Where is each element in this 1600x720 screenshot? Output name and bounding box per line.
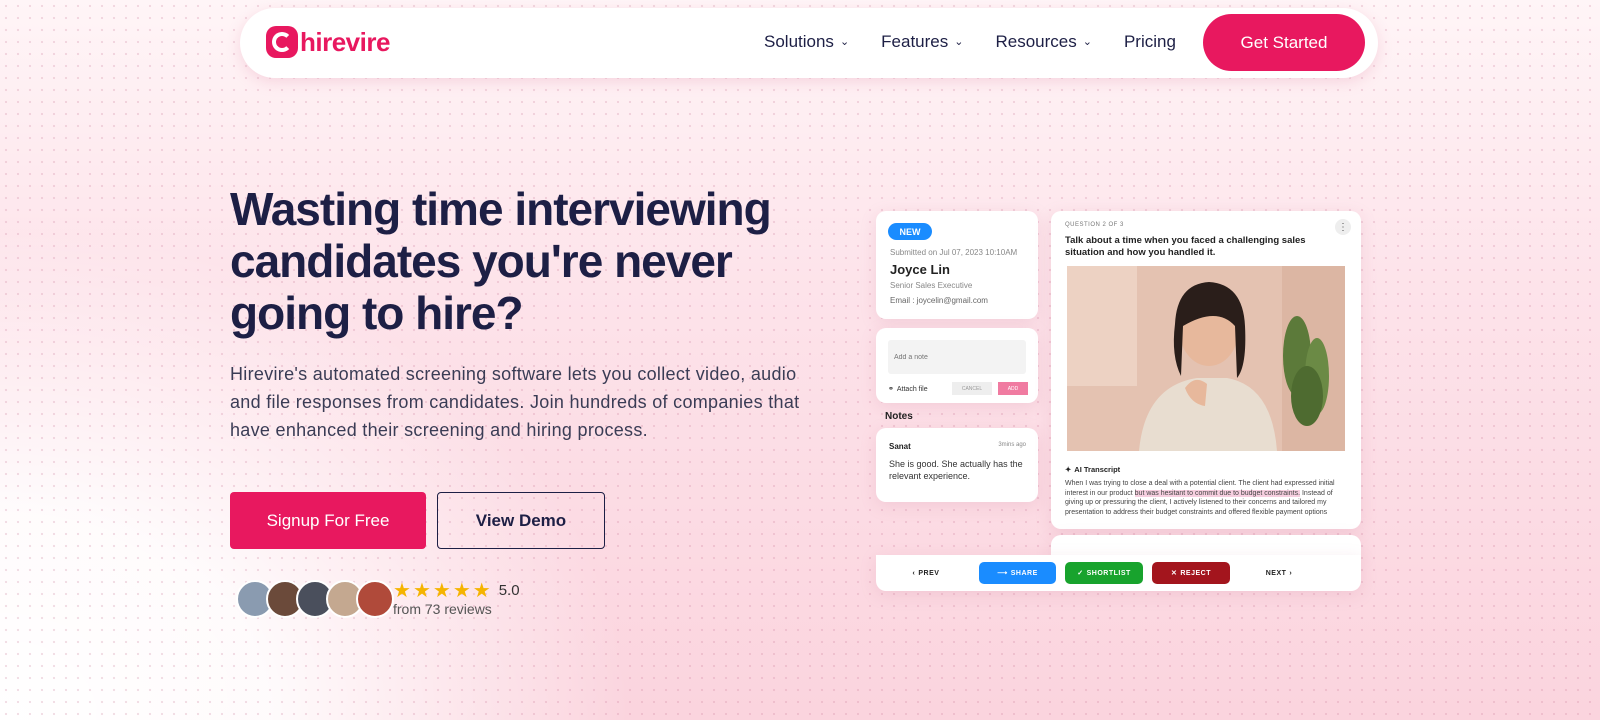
question-text: Talk about a time when you faced a chall…	[1065, 235, 1306, 258]
reject-label: REJECT	[1180, 569, 1211, 577]
nav-item-solutions[interactable]: Solutions ⌄	[764, 32, 849, 52]
shortlist-button[interactable]: ✓ SHORTLIST	[1065, 562, 1143, 584]
share-label: SHARE	[1010, 569, 1038, 577]
add-note-button[interactable]: ADD	[998, 382, 1028, 395]
review-count: from 73 reviews	[393, 601, 492, 617]
transcript-highlight: but was hesitant to commit due to budget…	[1134, 489, 1301, 497]
nav-item-label: Resources	[995, 32, 1077, 51]
nav-item-label: Features	[881, 32, 949, 51]
avatar	[356, 580, 394, 618]
signup-button[interactable]: Signup For Free	[230, 492, 426, 549]
rating-value: 5.0	[498, 582, 520, 599]
star-rating: ★ ★ ★ ★ ★ 5.0	[393, 578, 520, 603]
get-started-button[interactable]: Get Started	[1203, 14, 1365, 71]
candidate-video[interactable]	[1067, 266, 1345, 451]
note-author: Sanat	[889, 442, 911, 451]
reviewer-avatars	[236, 580, 394, 618]
prev-button[interactable]: ‹ PREV	[906, 562, 946, 584]
status-badge: NEW	[888, 223, 932, 240]
submitted-date: Submitted on Jul 07, 2023 10:10AM	[890, 248, 1018, 257]
logo-mark-icon	[266, 26, 298, 58]
next-card-peek	[1051, 535, 1361, 555]
candidate-email: Email : joycelin@gmail.com	[890, 296, 988, 305]
note-text: She is good. She actually has the releva…	[889, 459, 1023, 481]
candidate-role: Senior Sales Executive	[890, 281, 973, 290]
nav-item-features[interactable]: Features ⌄	[881, 32, 963, 52]
top-navbar: hirevire Solutions ⌄ Features ⌄ Resource…	[240, 8, 1378, 78]
prev-label: PREV	[918, 569, 940, 577]
star-icon: ★	[393, 580, 411, 602]
star-icon: ★	[452, 580, 471, 602]
nav-item-pricing[interactable]: Pricing	[1124, 32, 1176, 52]
chevron-right-icon: ›	[1289, 569, 1293, 577]
reject-button[interactable]: ✕ REJECT	[1152, 562, 1230, 584]
hero-description: Hirevire's automated screening software …	[230, 364, 800, 440]
magic-wand-icon: ✦	[1065, 465, 1072, 474]
nav-menu: Solutions ⌄ Features ⌄ Resources ⌄ Prici…	[764, 32, 1176, 52]
candidate-name: Joyce Lin	[890, 262, 950, 277]
note-card: Sanat 3mins ago She is good. She actuall…	[876, 428, 1038, 502]
transcript-heading: ✦ AI Transcript	[1065, 465, 1120, 474]
star-icon: ★	[412, 580, 431, 602]
next-button[interactable]: NEXT ›	[1259, 562, 1299, 584]
nav-item-label: Solutions	[764, 32, 834, 51]
notes-heading: Notes	[885, 411, 913, 422]
star-icon: ★	[472, 580, 491, 602]
shortlist-label: SHORTLIST	[1086, 569, 1131, 577]
share-icon: ⟶	[997, 570, 1008, 577]
action-bar: ‹ PREV ⟶ SHARE ✓ SHORTLIST ✕ REJECT NEXT…	[876, 555, 1361, 591]
question-number: QUESTION 2 OF 3	[1065, 222, 1124, 228]
note-time: 3mins ago	[998, 442, 1026, 448]
logo-text: hirevire	[300, 26, 390, 57]
nav-item-resources[interactable]: Resources ⌄	[995, 32, 1091, 52]
candidate-photo	[1067, 266, 1345, 451]
view-demo-button[interactable]: View Demo	[437, 492, 605, 549]
next-label: NEXT	[1265, 569, 1287, 577]
chevron-down-icon: ⌄	[839, 35, 850, 48]
question-card: QUESTION 2 OF 3 ⋮ Talk about a time when…	[1051, 211, 1361, 529]
note-input[interactable]	[888, 340, 1026, 374]
hero-title: Wasting time interviewing candidates you…	[230, 183, 772, 339]
chevron-down-icon: ⌄	[954, 35, 964, 48]
attach-label: Attach file	[896, 385, 928, 393]
close-icon: ✕	[1171, 570, 1178, 577]
paperclip-icon: ⚭	[888, 386, 894, 393]
logo[interactable]: hirevire	[266, 26, 390, 58]
nav-item-label: Pricing	[1123, 32, 1176, 51]
share-button[interactable]: ⟶ SHARE	[979, 562, 1056, 584]
star-icon: ★	[432, 580, 451, 602]
chevron-down-icon: ⌄	[1082, 35, 1092, 48]
transcript-title: AI Transcript	[1074, 465, 1121, 474]
check-icon: ✓	[1077, 570, 1084, 577]
candidate-card: NEW Submitted on Jul 07, 2023 10:10AM Jo…	[876, 211, 1038, 319]
more-options-icon[interactable]: ⋮	[1335, 219, 1351, 235]
chevron-left-icon: ‹	[912, 569, 916, 577]
add-note-card: ⚭ Attach file CANCEL ADD	[876, 328, 1038, 403]
transcript-text: When I was trying to close a deal with a…	[1065, 479, 1349, 517]
attach-file-link[interactable]: ⚭ Attach file	[888, 385, 928, 394]
cancel-button[interactable]: CANCEL	[952, 382, 992, 395]
